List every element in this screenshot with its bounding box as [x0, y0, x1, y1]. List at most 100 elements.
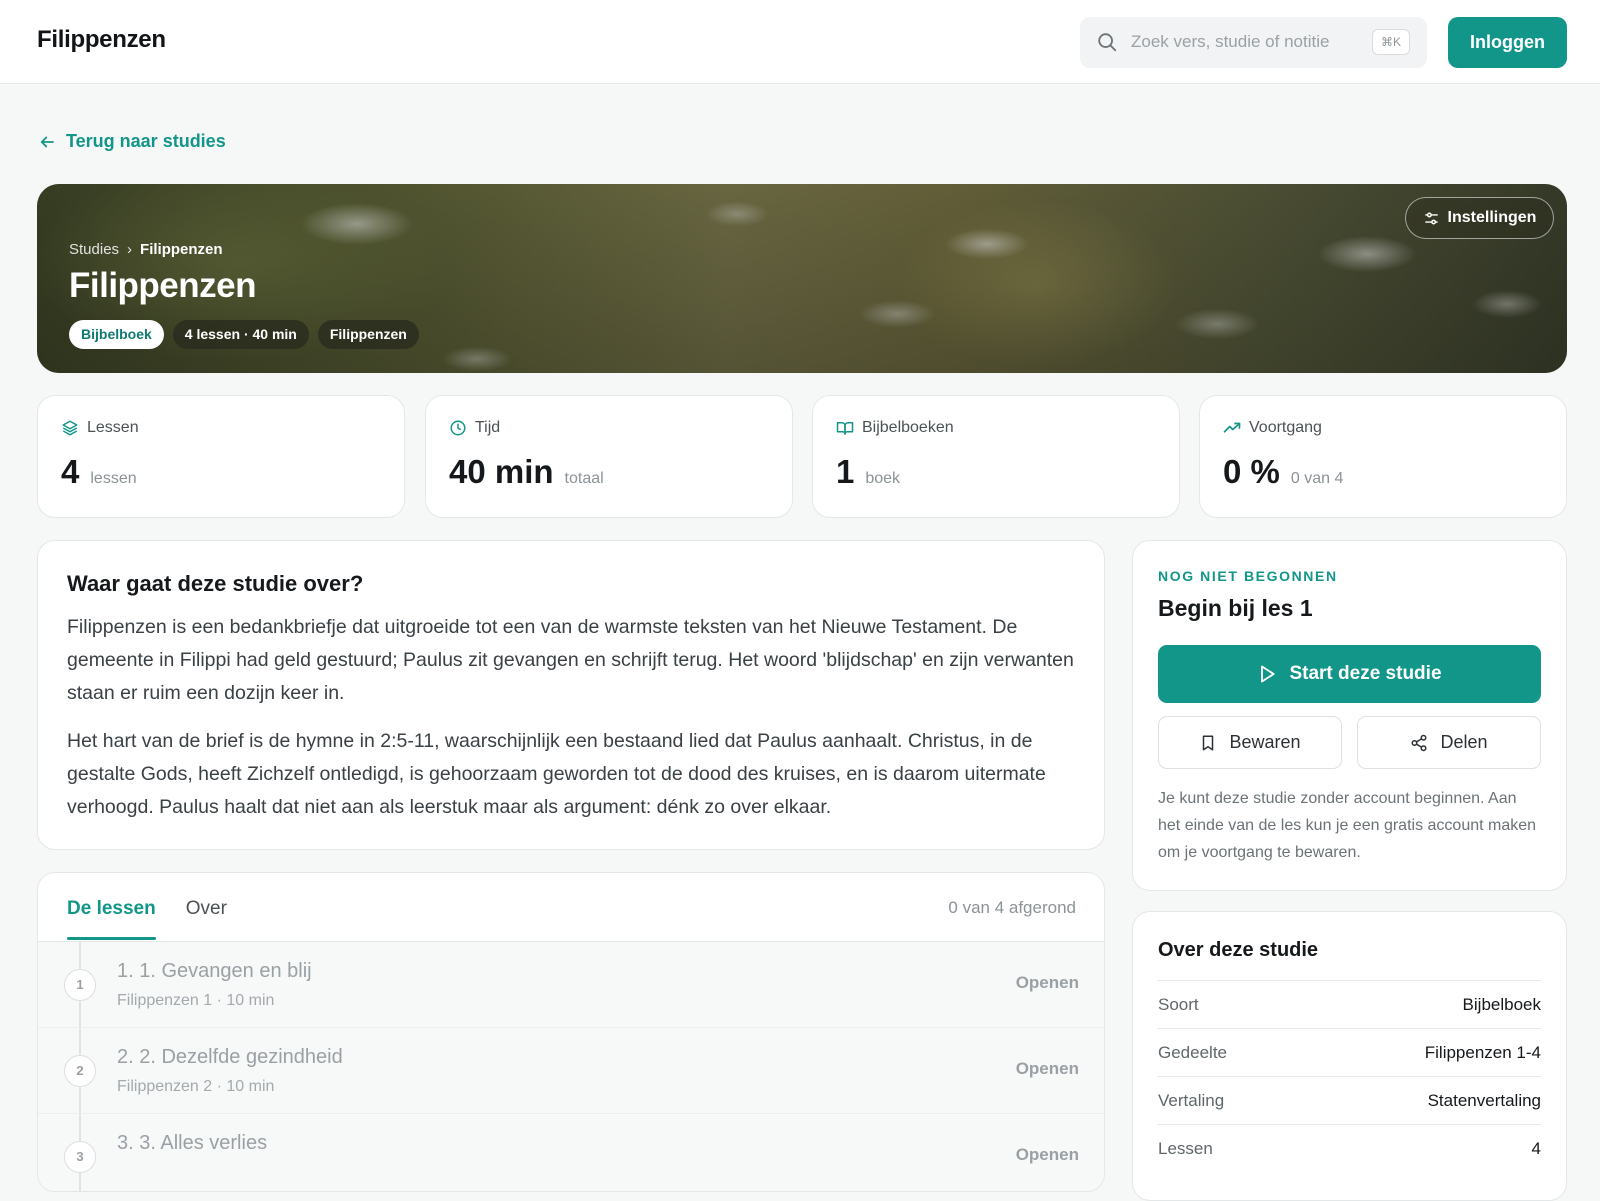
stat-card-lessons: Lessen 4 lessen [37, 395, 405, 518]
info-row: Soort Bijbelboek [1158, 980, 1541, 1028]
lesson-row[interactable]: 1 1. 1. Gevangen en blij Filippenzen 1 ·… [38, 942, 1104, 1028]
breadcrumb-current: Filippenzen [140, 241, 223, 258]
login-button[interactable]: Inloggen [1448, 17, 1567, 68]
chip-type: Bijbelboek [69, 320, 164, 349]
stat-label: Voortgang [1249, 419, 1322, 436]
stat-value-row: 1 boek [836, 453, 900, 491]
info-key: Soort [1158, 994, 1199, 1014]
share-icon [1411, 734, 1427, 751]
settings-button[interactable]: Instellingen [1405, 197, 1554, 239]
start-study-card: NOG NIET BEGONNEN Begin bij les 1 Start … [1132, 540, 1567, 891]
stat-value: 4 [61, 453, 80, 490]
lesson-open-button[interactable]: Openen [1016, 1145, 1079, 1165]
book-open-icon [836, 422, 854, 435]
hero-chips: Bijbelboek 4 lessen · 40 min Filippenzen [69, 320, 419, 349]
arrow-left-icon [40, 136, 54, 147]
description-paragraph: Het hart van de brief is de hymne in 2:5… [67, 730, 1046, 818]
lesson-open-button[interactable]: Openen [1016, 1059, 1079, 1079]
lessons-tabs: De lessen Over [67, 873, 227, 941]
stat-card-time: Tijd 40 min totaal [425, 395, 793, 518]
play-icon [1261, 665, 1276, 683]
study-hero-banner: Studies › Filippenzen Filippenzen Bijbel… [37, 184, 1567, 373]
info-card-heading: Over deze studie [1158, 939, 1319, 961]
info-value: Bijbelboek [1462, 994, 1541, 1014]
lesson-number-badge: 1 [64, 969, 96, 1001]
stat-label-row: Bijbelboeken [836, 419, 954, 437]
stat-label: Tijd [475, 419, 501, 436]
info-row: Gedeelte Filippenzen 1-4 [1158, 1028, 1541, 1076]
save-button[interactable]: Bewaren [1158, 716, 1342, 769]
study-info-card: Over deze studie Soort Bijbelboek Gedeel… [1132, 911, 1567, 1201]
breadcrumb-studies[interactable]: Studies [69, 241, 119, 258]
stat-value-row: 0 % 0 van 4 [1223, 453, 1343, 491]
tab-lessons[interactable]: De lessen [67, 873, 156, 941]
stat-value-row: 4 lessen [61, 453, 137, 491]
search-shortcut-badge: ⌘K [1372, 29, 1410, 55]
chip-book: Filippenzen [317, 320, 419, 349]
bookmark-icon [1203, 735, 1214, 750]
info-row: Lessen 4 [1158, 1124, 1541, 1172]
stat-unit: boek [865, 470, 901, 487]
stat-label: Lessen [87, 419, 139, 436]
stat-label: Bijbelboeken [862, 419, 954, 436]
description-paragraph: Filippenzen is een bedankbriefje dat uit… [67, 616, 1074, 704]
stat-value: 40 min [449, 453, 554, 490]
start-study-button[interactable]: Start deze studie [1158, 645, 1541, 703]
lesson-number-badge: 3 [64, 1141, 96, 1173]
info-value: Filippenzen 1-4 [1424, 1042, 1541, 1062]
lesson-row[interactable]: 3 3. 3. Alles verlies Openen [38, 1114, 1104, 1191]
no-account-note: Je kunt deze studie zonder account begin… [1158, 790, 1537, 861]
stat-unit: 0 van 4 [1290, 470, 1344, 487]
info-key: Gedeelte [1158, 1042, 1227, 1062]
stat-value: 0 % [1223, 453, 1280, 490]
layers-icon [62, 420, 78, 436]
save-label: Bewaren [1229, 732, 1301, 752]
breadcrumb: Studies › Filippenzen [69, 241, 223, 258]
page-title: Filippenzen [69, 266, 257, 305]
stat-card-progress: Voortgang 0 % 0 van 4 [1199, 395, 1567, 518]
lesson-title: 2. 2. Dezelfde gezindheid [117, 1046, 343, 1068]
trending-up-icon [1223, 422, 1241, 433]
clock-icon [450, 420, 466, 436]
stat-card-books: Bijbelboeken 1 boek [812, 395, 1180, 518]
stat-label-row: Lessen [61, 419, 139, 437]
back-to-studies-link[interactable]: Terug naar studies [38, 131, 226, 152]
stat-unit: totaal [564, 470, 604, 487]
status-eyebrow: NOG NIET BEGONNEN [1158, 568, 1338, 584]
stat-label-row: Voortgang [1223, 419, 1322, 437]
lessons-progress-text: 0 van 4 afgerond [948, 898, 1076, 917]
share-label: Delen [1440, 732, 1488, 752]
lesson-meta: Filippenzen 2 · 10 min [117, 1078, 275, 1095]
breadcrumb-separator: › [127, 241, 133, 258]
lesson-title: 3. 3. Alles verlies [117, 1132, 268, 1154]
lessons-panel: De lessen Over 0 van 4 afgerond 1 1. 1. … [37, 872, 1105, 1192]
start-study-label: Start deze studie [1289, 663, 1442, 684]
description-heading: Waar gaat deze studie over? [67, 571, 364, 596]
brand-title[interactable]: Filippenzen [37, 26, 166, 54]
info-key: Lessen [1158, 1138, 1213, 1158]
search-box[interactable]: Zoek vers, studie of notitie ⌘K [1080, 17, 1427, 68]
info-row: Vertaling Statenvertaling [1158, 1076, 1541, 1124]
stat-label-row: Tijd [449, 419, 500, 437]
share-button[interactable]: Delen [1357, 716, 1541, 769]
lesson-row[interactable]: 2 2. 2. Dezelfde gezindheid Filippenzen … [38, 1028, 1104, 1114]
stat-value-row: 40 min totaal [449, 453, 604, 491]
stat-unit: lessen [90, 470, 137, 487]
lesson-title: 1. 1. Gevangen en blij [117, 960, 312, 982]
search-icon [1098, 33, 1117, 52]
settings-label: Instellingen [1447, 209, 1537, 226]
info-key: Vertaling [1158, 1090, 1225, 1110]
tab-about[interactable]: Over [186, 873, 227, 941]
start-card-title: Begin bij les 1 [1158, 595, 1313, 621]
chip-duration: 4 lessen · 40 min [172, 320, 309, 349]
info-value: 4 [1531, 1138, 1541, 1158]
top-bar: Filippenzen Zoek vers, studie of notitie… [0, 0, 1600, 84]
lesson-number-badge: 2 [64, 1055, 96, 1087]
stat-value: 1 [836, 453, 855, 490]
sliders-icon [1424, 211, 1438, 225]
lesson-open-button[interactable]: Openen [1016, 973, 1079, 993]
search-placeholder: Zoek vers, studie of notitie [1131, 32, 1330, 51]
lesson-meta: Filippenzen 1 · 10 min [117, 992, 275, 1009]
info-value: Statenvertaling [1427, 1090, 1541, 1110]
back-link-label: Terug naar studies [66, 131, 226, 151]
